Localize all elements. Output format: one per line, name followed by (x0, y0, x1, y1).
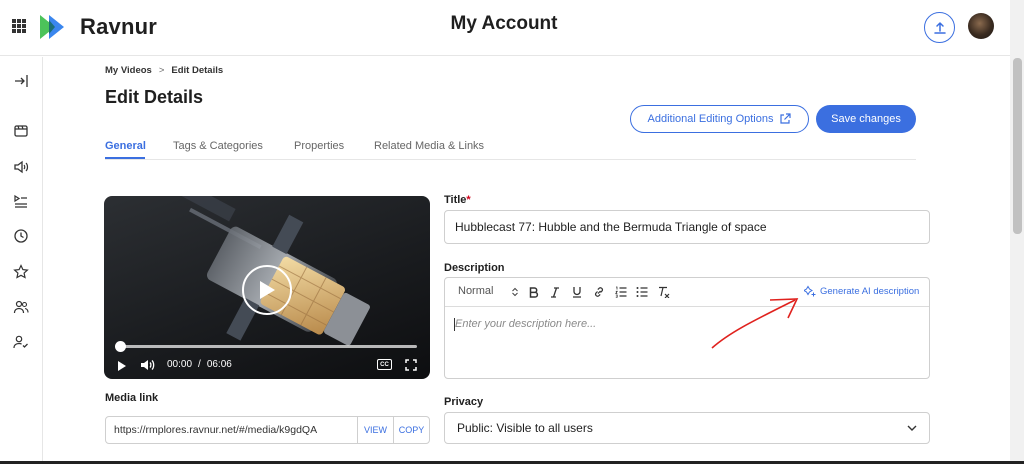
page-title: Edit Details (105, 87, 204, 107)
chevron-down-icon (907, 425, 917, 431)
breadcrumb-my-videos[interactable]: My Videos (105, 65, 152, 76)
tab-properties[interactable]: Properties (294, 140, 344, 152)
play-overlay-icon (260, 281, 275, 299)
privacy-label: Privacy (444, 396, 484, 408)
breadcrumb-edit-details: Edit Details (171, 65, 224, 76)
title-input[interactable]: Hubblecast 77: Hubble and the Bermuda Tr… (444, 210, 930, 244)
video-progress-handle[interactable] (115, 341, 126, 352)
media-icon[interactable] (11, 121, 31, 141)
sidebar (0, 57, 43, 464)
format-select-arrows-icon (512, 287, 518, 297)
collapse-icon[interactable] (11, 71, 31, 91)
tab-bar: General Tags & Categories Properties Rel… (105, 140, 916, 160)
description-label: Description (444, 262, 505, 274)
title-label-text: Title (444, 194, 467, 206)
save-changes-button[interactable]: Save changes (816, 105, 916, 133)
video-duration: 06:06 (206, 359, 232, 370)
video-progress-track[interactable] (120, 345, 417, 348)
page-title-header: My Account (450, 13, 558, 34)
link-icon[interactable] (593, 286, 605, 298)
ordered-list-icon[interactable] (615, 286, 627, 298)
video-current-time: 00:00 (167, 359, 193, 370)
generate-ai-description-label: Generate AI description (820, 285, 920, 297)
upload-icon (933, 21, 946, 34)
video-time: 00:00 / 06:06 (167, 359, 232, 370)
tab-tags-categories[interactable]: Tags & Categories (173, 140, 263, 152)
favorites-icon[interactable] (11, 262, 31, 282)
privacy-select[interactable]: Public: Visible to all users (444, 412, 930, 444)
play-icon[interactable] (117, 360, 127, 372)
tab-related-media-links[interactable]: Related Media & Links (374, 140, 484, 152)
media-link-url[interactable]: https://rmplores.ravnur.net/#/media/k9gd… (106, 424, 357, 436)
bullet-list-icon[interactable] (636, 286, 648, 298)
playlist-icon[interactable] (11, 191, 31, 211)
title-input-value: Hubblecast 77: Hubble and the Bermuda Tr… (455, 220, 767, 234)
annotation-arrow (711, 298, 799, 349)
breadcrumb: My Videos > Edit Details (105, 65, 223, 76)
tab-general[interactable]: General (105, 140, 146, 152)
media-link-field: https://rmplores.ravnur.net/#/media/k9gd… (105, 416, 430, 444)
underline-icon[interactable] (572, 286, 582, 298)
play-overlay-button[interactable] (242, 265, 292, 315)
audio-icon[interactable] (11, 157, 31, 177)
scrollbar-thumb[interactable] (1013, 58, 1022, 234)
active-tab-indicator (105, 157, 145, 159)
volume-icon[interactable] (140, 358, 156, 372)
italic-icon[interactable] (551, 287, 559, 298)
description-editor[interactable]: Normal Generate AI description Enter you… (444, 277, 930, 379)
video-player[interactable]: 00:00 / 06:06 CC (104, 196, 430, 379)
top-bar: Ravnur My Account (0, 0, 1024, 56)
editor-toolbar: Normal Generate AI description (445, 278, 929, 307)
bold-icon[interactable] (529, 287, 539, 298)
required-mark: * (466, 194, 471, 206)
upload-button[interactable] (924, 12, 955, 43)
avatar[interactable] (968, 13, 994, 39)
generate-ai-description-button[interactable]: Generate AI description (804, 285, 919, 297)
description-placeholder: Enter your description here... (455, 318, 597, 330)
additional-editing-options-label: Additional Editing Options (647, 113, 774, 125)
user-check-icon[interactable] (11, 332, 31, 352)
title-label: Title* (444, 194, 471, 206)
format-select[interactable]: Normal (458, 285, 493, 297)
clear-formatting-icon[interactable] (658, 286, 670, 298)
privacy-select-value: Public: Visible to all users (457, 421, 593, 435)
video-time-separator: / (198, 359, 201, 370)
external-link-icon (780, 113, 792, 124)
fullscreen-icon[interactable] (405, 359, 417, 371)
media-link-view-button[interactable]: VIEW (357, 417, 393, 443)
history-icon[interactable] (11, 226, 31, 246)
format-select-value: Normal (458, 285, 494, 297)
media-link-copy-button[interactable]: COPY (393, 417, 429, 443)
groups-icon[interactable] (11, 297, 31, 317)
additional-editing-options-button[interactable]: Additional Editing Options (630, 105, 809, 133)
breadcrumb-separator: > (158, 65, 165, 76)
captions-icon[interactable]: CC (377, 359, 392, 370)
media-link-label: Media link (105, 392, 159, 404)
